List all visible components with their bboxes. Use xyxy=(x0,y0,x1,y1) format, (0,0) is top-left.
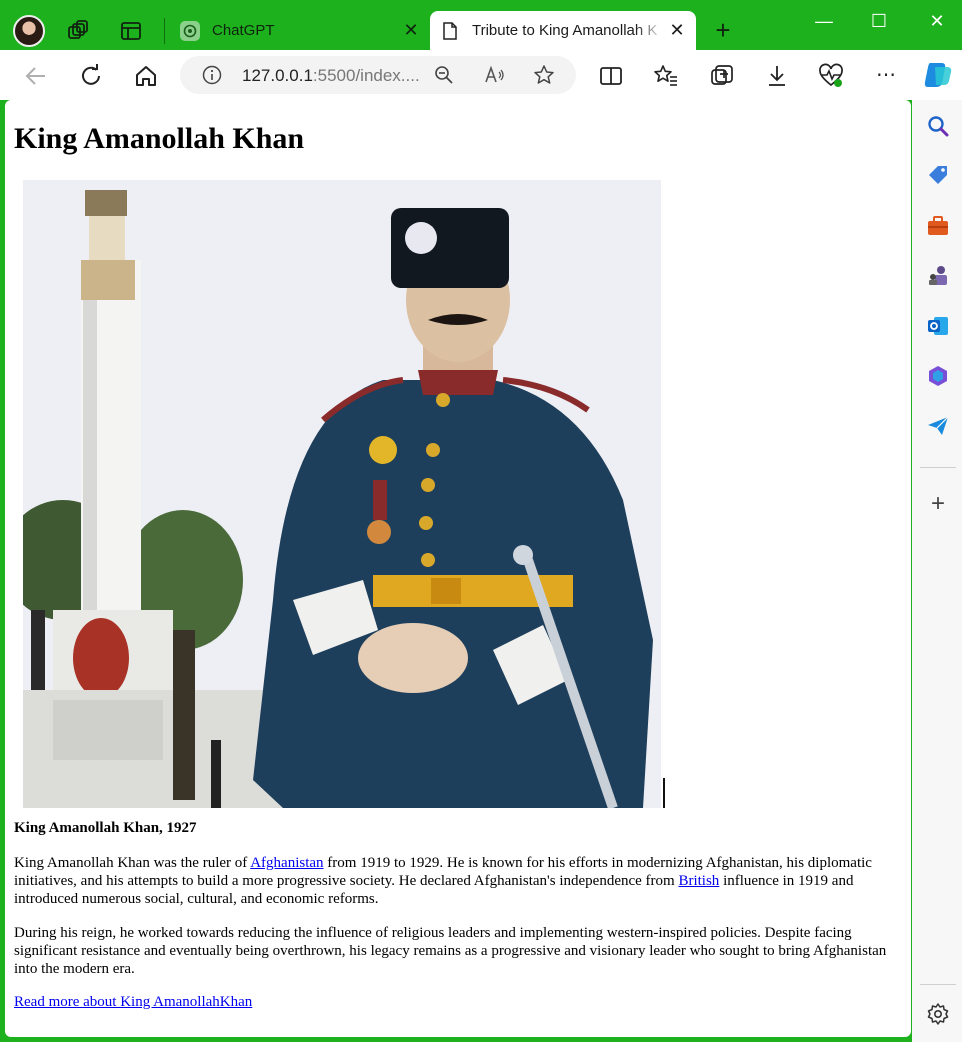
close-tab-icon[interactable]: ✕ xyxy=(664,20,690,41)
heart-pulse-icon[interactable] xyxy=(818,63,844,89)
sidebar-divider xyxy=(920,467,956,468)
page-title: King Amanollah Khan xyxy=(14,122,305,155)
games-icon[interactable] xyxy=(926,264,950,288)
url-path: :5500/index.... xyxy=(312,66,420,85)
refresh-icon[interactable] xyxy=(78,63,104,89)
text-cursor xyxy=(663,778,665,808)
collections-icon[interactable] xyxy=(709,63,735,89)
edge-sidebar: + xyxy=(912,100,962,1042)
split-screen-icon[interactable] xyxy=(598,63,624,89)
chatgpt-icon xyxy=(180,20,200,41)
document-icon xyxy=(443,21,457,40)
zoom-out-icon[interactable] xyxy=(434,65,454,85)
workspaces-icon[interactable] xyxy=(67,20,89,42)
british-link[interactable]: British xyxy=(678,873,719,889)
search-icon[interactable] xyxy=(926,114,950,138)
home-icon[interactable] xyxy=(133,63,159,89)
info-icon[interactable] xyxy=(202,65,222,85)
outlook-icon[interactable] xyxy=(926,314,950,338)
king-portrait-image xyxy=(23,180,661,808)
maximize-button[interactable]: ☐ xyxy=(859,8,899,36)
browser-toolbar: 127.0.0.1:5500/index.... ⋯ xyxy=(0,50,962,100)
close-tab-icon[interactable]: ✕ xyxy=(398,20,424,41)
afghanistan-link[interactable]: Afghanistan xyxy=(250,855,323,871)
copilot-icon[interactable] xyxy=(922,59,954,91)
profile-avatar[interactable] xyxy=(13,15,45,47)
download-icon[interactable] xyxy=(764,63,790,89)
portrait-illustration xyxy=(23,180,661,808)
tools-icon[interactable] xyxy=(926,214,950,238)
add-icon[interactable]: + xyxy=(926,492,950,517)
legacy-paragraph: During his reign, he worked towards redu… xyxy=(14,925,887,977)
title-bar: ChatGPT ✕ Tribute to King Amanollah K ✕ … xyxy=(0,0,962,50)
close-window-button[interactable]: ✕ xyxy=(917,8,957,36)
intro-paragraph: King Amanollah Khan was the ruler of Afg… xyxy=(14,854,906,908)
favorites-icon[interactable] xyxy=(653,63,679,89)
tab-chatgpt[interactable]: ChatGPT ✕ xyxy=(170,11,430,50)
microsoft365-icon[interactable] xyxy=(926,364,950,388)
tab-title: ChatGPT xyxy=(212,22,275,39)
web-page: King Amanollah Khan King Amanollah Khan,… xyxy=(5,100,911,1037)
new-tab-button[interactable]: + xyxy=(710,17,736,44)
read-aloud-icon[interactable] xyxy=(484,65,506,85)
address-bar[interactable]: 127.0.0.1:5500/index.... xyxy=(180,56,576,94)
paragraph-text: King Amanollah Khan was the ruler of xyxy=(14,855,251,871)
tab-tribute[interactable]: Tribute to King Amanollah K ✕ xyxy=(430,11,696,50)
shopping-tag-icon[interactable] xyxy=(926,164,950,188)
arrow-left-icon[interactable] xyxy=(23,63,49,89)
gear-icon[interactable] xyxy=(926,1002,950,1026)
url-host: 127.0.0.1 xyxy=(242,66,313,85)
tab-actions-icon[interactable] xyxy=(120,20,142,42)
more-icon[interactable]: ⋯ xyxy=(873,62,899,88)
sidebar-divider xyxy=(920,984,956,985)
tab-title: Tribute to King Amanollah K xyxy=(472,22,658,39)
minimize-button[interactable]: — xyxy=(804,8,844,36)
read-more-link[interactable]: Read more about King AmanollahKhan xyxy=(14,994,252,1011)
send-icon[interactable] xyxy=(926,414,950,438)
url-text[interactable]: 127.0.0.1:5500/index.... xyxy=(242,66,420,86)
tab-separator xyxy=(164,18,165,44)
image-caption: King Amanollah Khan, 1927 xyxy=(14,820,197,836)
star-icon[interactable] xyxy=(533,64,555,86)
